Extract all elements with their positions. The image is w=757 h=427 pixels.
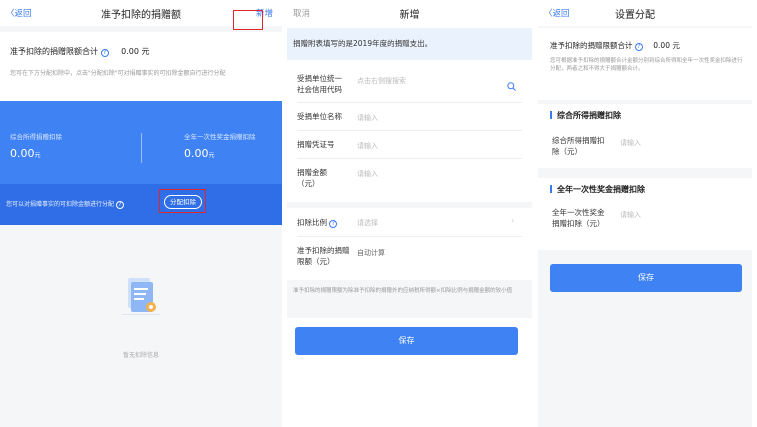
amount-input[interactable]: 请输入 [357,169,378,179]
nav-bar: 〈返回 设置分配 [538,0,752,26]
annual-bonus-input[interactable]: 请输入 [620,210,641,220]
note-band [287,280,532,318]
section-title: 综合所得捐赠扣除 [557,111,621,120]
field-label-credit-code: 受捐单位统一社会信用代码 [297,74,342,94]
voucher-no-input[interactable]: 请输入 [357,141,378,151]
allocate-bar: 您可以对捐赠事实的可扣除金额进行分配 ? 分配扣除 [0,184,282,225]
field-label-voucher-no: 捐赠凭证号 [297,140,335,149]
comprehensive-income-label: 综合所得捐赠扣除 [10,133,62,141]
limit-label: 准予扣除的捐赠限额合计 [550,41,633,50]
allocation-settings-screen: 〈返回 设置分配 准予扣除的捐赠限额合计 ? 0.00 元 您可根据准予扣除的捐… [538,0,752,427]
help-icon[interactable]: ? [115,201,124,209]
field-label-limit: 准予扣除的捐赠限额（元） [297,246,350,266]
section-bar [550,185,552,193]
page-title: 新增 [399,10,420,21]
page-title: 设置分配 [615,10,655,21]
section-title: 全年一次性奖金捐赠扣除 [557,185,645,194]
org-name-input[interactable]: 请输入 [357,113,378,123]
divider [297,130,522,131]
save-button[interactable]: 保存 [295,327,518,355]
search-icon[interactable] [507,76,516,91]
field-label-amount: 捐赠金额（元） [297,168,327,188]
limit-value: 0.00 元 [653,41,680,50]
limit-value: 自动计算 [357,249,385,257]
allocate-button-highlight [159,189,206,213]
ratio-select[interactable]: 请选择 [357,218,378,228]
divider [297,102,522,103]
allocation-hint: 您可根据准予扣除的捐赠额合计金额分别到综合所得和全年一次性奖金扣除进行分配，两者… [550,58,743,72]
empty-state-icon [122,276,160,318]
field-label-ratio: 扣除比例 ? [297,218,338,229]
annual-bonus-label: 全年一次性奖金捐赠扣除 [184,133,256,141]
info-banner: 捐赠附表填写的是2019年度的捐赠支出。 [287,28,532,60]
chevron-right-icon: › [511,216,515,225]
field-label-org-name: 受捐单位名称 [297,112,342,121]
help-icon[interactable]: ? [329,220,338,228]
annual-bonus-section: 全年一次性奖金捐赠扣除 全年一次性奖金捐赠扣除（元） 请输入 [538,178,752,250]
section-gap [287,202,532,208]
add-button-highlight [233,10,263,30]
save-button[interactable]: 保存 [550,264,742,292]
annual-bonus-value: 0.00元 [184,147,215,160]
limit-value: 0.00 元 [121,47,150,56]
add-donation-screen: 取消 新增 捐赠附表填写的是2019年度的捐赠支出。 受捐单位统一社会信用代码 … [287,0,532,427]
nav-bar: 取消 新增 [287,0,532,26]
limit-summary: 准予扣除的捐赠限额合计 ? 0.00 元 您可根据准予扣除的捐赠额合计金额分别到… [538,28,752,100]
comprehensive-income-value: 0.00元 [10,147,41,160]
divider [297,236,522,237]
card-divider [141,133,142,163]
allocation-hint: 您可在下方分配扣除中，点击"分配扣除"可对捐赠事实的可扣除金额自行进行分配 [10,70,226,77]
field-label-comprehensive: 综合所得捐赠扣除（元） [552,136,605,156]
comprehensive-section: 综合所得捐赠扣除 综合所得捐赠扣除（元） 请输入 [538,104,752,168]
credit-code-input[interactable]: 点击右侧搜搜索 [357,76,406,86]
help-icon[interactable]: ? [634,43,643,51]
help-icon[interactable]: ? [100,49,109,57]
field-label-annual-bonus: 全年一次性奖金捐赠扣除（元） [552,208,605,228]
divider [297,158,522,159]
allocate-hint: 您可以对捐赠事实的可扣除金额进行分配 ? [6,199,124,209]
limit-note: 准予扣除的捐赠限额为除准予扣除的捐赠外的应纳税所得额×扣除比例与捐赠金额的较小值 [293,288,513,294]
comprehensive-input[interactable]: 请输入 [620,138,641,148]
donation-deduction-screen: 〈返回 准予扣除的捐赠额 新增 准予扣除的捐赠限额合计 ? 0.00 元 您可在… [0,0,282,427]
limit-label: 准予扣除的捐赠限额合计 [10,47,98,56]
section-bar [550,111,552,119]
empty-state-text: 暂无扣除信息 [122,352,159,359]
limit-summary: 准予扣除的捐赠限额合计 ? 0.00 元 您可在下方分配扣除中，点击"分配扣除"… [0,32,282,101]
